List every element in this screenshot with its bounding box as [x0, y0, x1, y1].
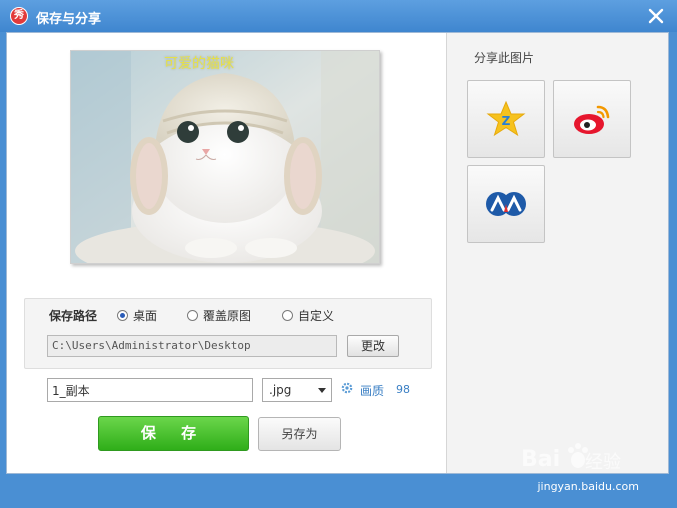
save-path-panel: 保存路径 桌面 覆盖原图 自定义 C:\Users\Administrator\… — [24, 298, 432, 369]
quality-link[interactable]: 画质 — [360, 382, 384, 399]
dialog-body: 可爱的猫咪 保存路径 桌面 覆盖原图 自定义 C:\Users\Administ… — [6, 32, 669, 474]
window-title: 保存与分享 — [36, 12, 102, 27]
svg-text:Z: Z — [502, 114, 511, 128]
image-caption: 可爱的猫咪 — [164, 56, 234, 72]
share-title: 分享此图片 — [474, 51, 535, 65]
gear-icon[interactable] — [341, 382, 353, 394]
save-button[interactable]: 保 存 — [98, 416, 249, 451]
app-logo-icon: 秀 — [10, 7, 28, 25]
share-panel: 分享此图片 Z — [446, 33, 668, 473]
save-as-button[interactable]: 另存为 — [258, 417, 341, 451]
radio-desktop[interactable]: 桌面 — [117, 307, 157, 324]
renren-icon — [486, 192, 526, 216]
cat-photo — [71, 51, 379, 263]
radio-unchecked-icon — [282, 310, 293, 321]
weibo-icon — [574, 105, 610, 134]
radio-overwrite[interactable]: 覆盖原图 — [187, 307, 251, 324]
svg-text:Bai: Bai — [521, 447, 560, 472]
radio-custom-label: 自定义 — [298, 309, 335, 323]
watermark-url: jingyan.baidu.com — [537, 480, 639, 493]
svg-text:经验: 经验 — [585, 452, 621, 473]
quality-value: 98 — [396, 383, 410, 396]
image-preview: 可爱的猫咪 — [70, 50, 380, 264]
change-path-button[interactable]: 更改 — [347, 335, 399, 357]
radio-custom[interactable]: 自定义 — [282, 307, 334, 324]
share-weibo-button[interactable] — [553, 80, 631, 158]
chevron-down-icon — [318, 388, 326, 393]
filename-input[interactable]: 1_副本 — [47, 378, 253, 402]
share-qzone-button[interactable]: Z — [467, 80, 545, 158]
save-path-label: 保存路径 — [49, 309, 98, 323]
share-renren-button[interactable] — [467, 165, 545, 243]
radio-unchecked-icon — [187, 310, 198, 321]
radio-desktop-label: 桌面 — [133, 309, 158, 323]
radio-checked-icon — [117, 310, 128, 321]
title-bar: 秀 保存与分享 — [0, 0, 677, 32]
close-icon[interactable] — [645, 5, 667, 27]
format-value: .jpg — [269, 383, 292, 397]
format-select[interactable]: .jpg — [262, 378, 332, 402]
qzone-star-icon: Z — [486, 100, 526, 137]
radio-overwrite-label: 覆盖原图 — [203, 309, 252, 323]
save-path-field[interactable]: C:\Users\Administrator\Desktop — [47, 335, 337, 357]
